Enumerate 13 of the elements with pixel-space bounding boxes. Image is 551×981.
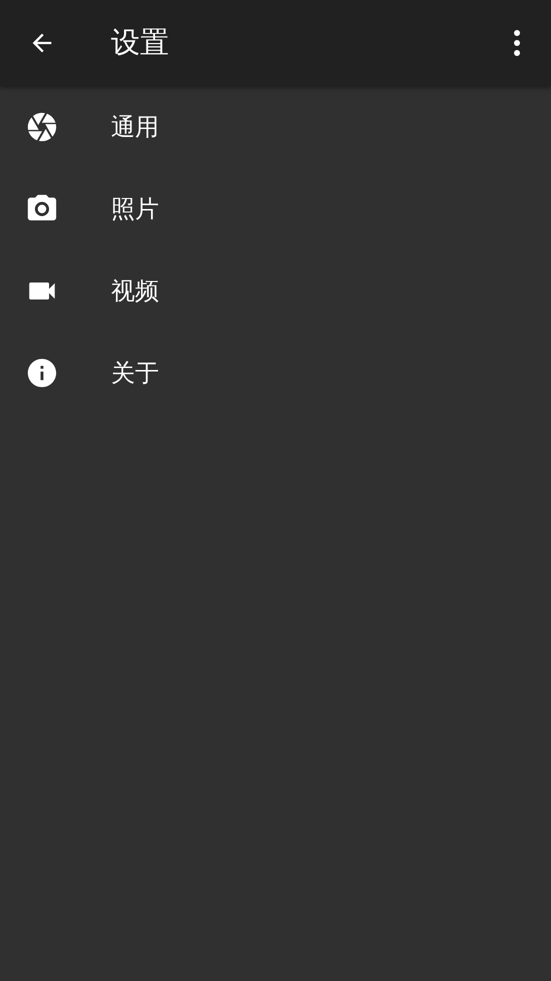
aperture-icon (25, 110, 59, 144)
settings-item[interactable]: 照片 (0, 168, 551, 250)
item-label: 通用 (111, 112, 159, 143)
item-label: 照片 (111, 194, 159, 225)
settings-item[interactable]: 通用 (0, 86, 551, 168)
item-label: 关于 (111, 358, 159, 389)
screen-title: 设置 (111, 24, 170, 61)
info-icon (25, 356, 59, 390)
more-icon (512, 29, 522, 57)
settings-item[interactable]: 视频 (0, 250, 551, 332)
more-button[interactable] (512, 29, 522, 57)
item-label: 视频 (111, 276, 159, 307)
settings-item[interactable]: 关于 (0, 332, 551, 414)
